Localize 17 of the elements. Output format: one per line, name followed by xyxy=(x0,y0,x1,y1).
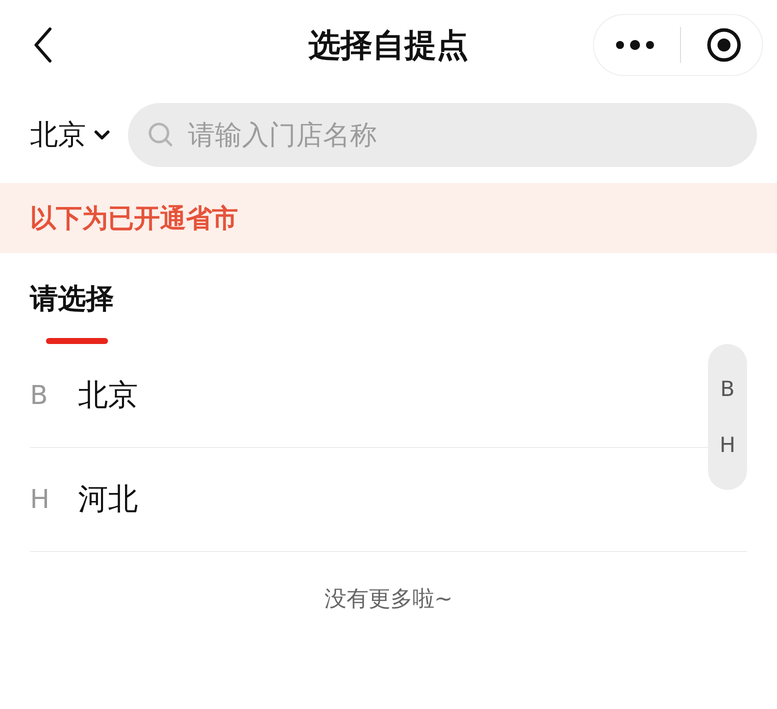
search-icon xyxy=(148,122,174,148)
more-icon[interactable] xyxy=(614,38,654,52)
city-selector[interactable]: 北京 xyxy=(30,116,110,154)
chevron-down-icon xyxy=(94,130,110,140)
close-icon[interactable] xyxy=(706,27,742,63)
tab[interactable]: 请选择 xyxy=(30,281,114,344)
province-item[interactable]: 河北 xyxy=(78,479,138,520)
search-field[interactable]: 请输入门店名称 xyxy=(128,103,757,167)
page-title: 选择自提点 xyxy=(308,25,468,66)
index-letter: H xyxy=(30,484,50,514)
notice-text: 以下为已开通省市 xyxy=(30,202,238,236)
index-letter: B xyxy=(30,380,49,410)
province-item[interactable]: 北京 xyxy=(78,375,138,416)
index-bar-letter[interactable]: B xyxy=(720,376,735,401)
end-of-list-text: 没有更多啦~ xyxy=(324,587,453,612)
back-icon[interactable] xyxy=(33,27,53,63)
index-bar-letter[interactable]: H xyxy=(720,433,736,458)
